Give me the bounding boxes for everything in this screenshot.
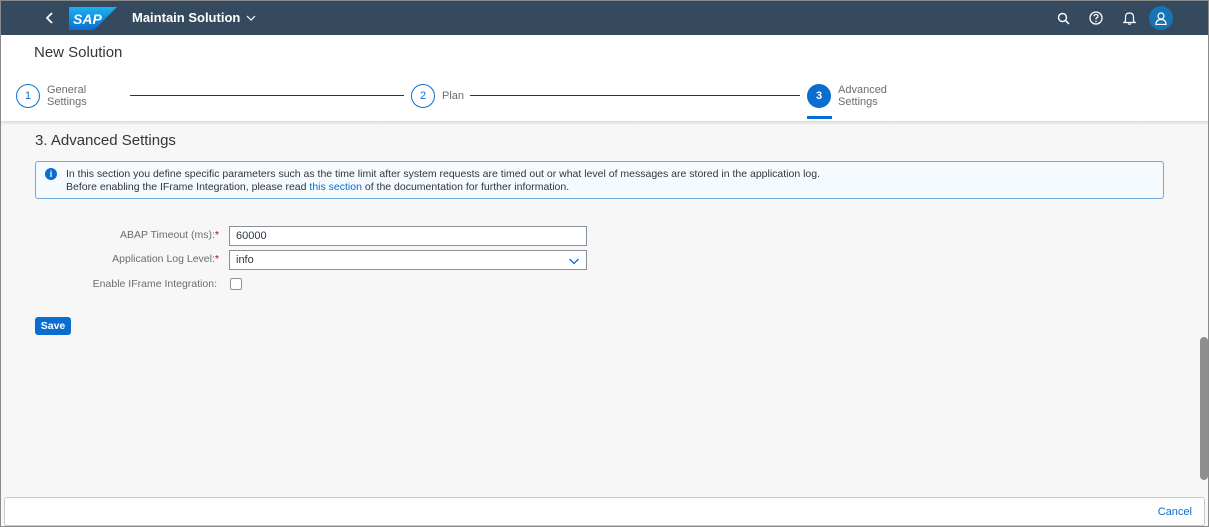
step-label-line: Settings (47, 96, 87, 108)
abap-timeout-label-text: ABAP Timeout (ms): (119, 229, 215, 241)
step-label-line: Settings (838, 96, 878, 108)
bell-icon (1122, 12, 1136, 25)
abap-timeout-label: ABAP Timeout (ms):* (19, 229, 219, 241)
search-icon (1057, 12, 1070, 25)
user-avatar[interactable] (1149, 6, 1173, 30)
info-line-2-start: Before enabling the IFrame Integration, … (66, 181, 310, 193)
notifications-button[interactable] (1118, 7, 1140, 29)
info-icon: i (45, 168, 57, 180)
page-title: New Solution (34, 44, 123, 61)
info-line-2-end: of the documentation for further informa… (361, 181, 570, 193)
scrollbar-thumb[interactable] (1200, 337, 1208, 480)
info-message-text: In this section you define specific para… (66, 168, 820, 194)
step-number: 3 (815, 90, 823, 102)
header-shadow (1, 121, 1208, 125)
app-title-menu[interactable]: Maintain Solution (132, 10, 256, 25)
app-frame: SAP Maintain Solution New Solution 1 Gen… (0, 0, 1209, 527)
help-button[interactable] (1085, 7, 1107, 29)
log-level-label: Application Log Level:* (19, 253, 219, 265)
sap-logo-text: SAP (73, 11, 102, 27)
wizard-step-1-label[interactable]: General Settings (47, 84, 87, 108)
wizard-step-2-label[interactable]: Plan (442, 90, 464, 102)
required-marker: * (214, 229, 219, 241)
cancel-button[interactable]: Cancel (1158, 506, 1192, 518)
help-icon (1089, 11, 1103, 25)
log-level-select[interactable]: info (229, 250, 587, 270)
wizard-step-2[interactable]: 2 (411, 84, 435, 108)
wizard-connector (470, 95, 800, 96)
page-header: New Solution 1 General Settings 2 Plan 3… (1, 35, 1208, 121)
chevron-down-icon (246, 15, 256, 21)
info-line-2: Before enabling the IFrame Integration, … (66, 181, 820, 194)
step-number: 1 (24, 90, 32, 102)
step-label-line: General (47, 84, 87, 96)
chevron-left-icon (45, 12, 53, 24)
required-marker: * (214, 253, 219, 265)
documentation-link[interactable]: this section (309, 181, 362, 193)
person-icon (1155, 11, 1167, 25)
step-label-line: Plan (442, 90, 465, 102)
back-button[interactable] (37, 5, 63, 31)
info-line-1: In this section you define specific para… (66, 168, 821, 180)
info-message-strip: i In this section you define specific pa… (35, 161, 1164, 199)
active-step-indicator (807, 116, 832, 119)
abap-timeout-input[interactable] (229, 226, 587, 246)
search-button[interactable] (1052, 7, 1074, 29)
wizard-step-3-label[interactable]: Advanced Settings (838, 84, 887, 108)
chevron-down-icon (569, 258, 579, 265)
wizard-step-3[interactable]: 3 (807, 84, 831, 108)
step-label-line: Advanced (838, 84, 887, 96)
wizard-connector (130, 95, 404, 96)
footer-bar: Cancel (4, 497, 1205, 526)
section-title: 3. Advanced Settings (35, 132, 176, 149)
iframe-integration-checkbox[interactable] (230, 278, 242, 290)
log-level-value: info (236, 254, 254, 266)
log-level-label-text: Application Log Level: (112, 253, 215, 265)
app-title: Maintain Solution (132, 10, 241, 25)
sap-logo[interactable]: SAP (69, 7, 117, 30)
shell-bar: SAP Maintain Solution (1, 1, 1208, 35)
save-button[interactable]: Save (35, 317, 71, 335)
iframe-integration-label: Enable IFrame Integration: (92, 278, 217, 290)
step-number: 2 (419, 90, 427, 102)
wizard-step-1[interactable]: 1 (16, 84, 40, 108)
